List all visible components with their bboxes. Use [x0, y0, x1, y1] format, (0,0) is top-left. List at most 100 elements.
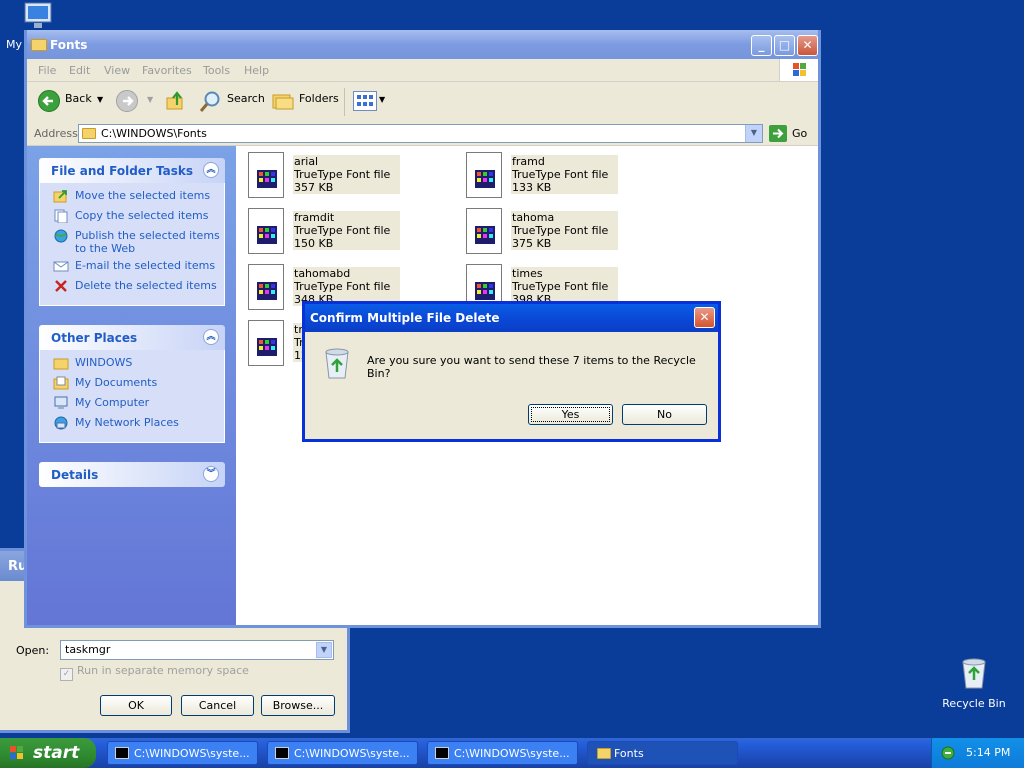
recycle-bin-desktop-icon[interactable]: Recycle Bin — [940, 656, 1008, 710]
chevron-down-icon[interactable]: ▼ — [316, 642, 332, 658]
file-size: 357 KB — [294, 181, 334, 194]
email-icon — [53, 261, 69, 272]
task-copy-label: Copy the selected items — [75, 209, 209, 222]
details-header[interactable]: Details ︾ — [39, 462, 225, 487]
windows-logo-icon — [779, 59, 818, 81]
command-prompt-icon — [275, 747, 289, 759]
other-places-panel: Other Places ︽ WINDOWS My Documents My C… — [39, 325, 225, 443]
taskbar-item-label: Fonts — [614, 747, 644, 760]
taskbar-item-cmd-2[interactable]: C:\WINDOWS\syste... — [267, 741, 418, 765]
monitor-icon — [24, 2, 52, 28]
file-item[interactable]: framdit TrueType Font file 150 KB — [248, 208, 408, 258]
chevron-down-icon[interactable]: ▼ — [745, 125, 762, 142]
task-delete-label: Delete the selected items — [75, 279, 217, 292]
menu-help[interactable]: Help — [244, 64, 269, 77]
taskbar: start C:\WINDOWS\syste... C:\WINDOWS\sys… — [0, 738, 1024, 768]
clock[interactable]: 5:14 PM — [966, 746, 1010, 759]
task-delete-items[interactable]: Delete the selected items — [40, 279, 224, 299]
toolbar: Back ▼ ▼ Search Folders ▼ — [27, 82, 818, 123]
search-button[interactable]: Search — [227, 92, 265, 105]
menu-file[interactable]: File — [38, 64, 56, 77]
taskbar-item-fonts[interactable]: Fonts — [587, 741, 738, 765]
back-button[interactable]: Back — [65, 92, 92, 105]
folders-button[interactable]: Folders — [299, 92, 339, 105]
task-pane: File and Folder Tasks ︽ Move the selecte… — [27, 146, 236, 625]
place-windows[interactable]: WINDOWS — [40, 356, 224, 376]
details-title: Details — [51, 468, 99, 482]
taskbar-item-cmd-3[interactable]: C:\WINDOWS\syste... — [427, 741, 578, 765]
task-publish-items[interactable]: Publish the selected items to the Web — [40, 229, 224, 259]
back-dropdown-icon[interactable]: ▼ — [97, 95, 103, 104]
run-browse-button[interactable]: Browse... — [261, 695, 335, 716]
confirm-dialog-titlebar[interactable]: Confirm Multiple File Delete ✕ — [305, 304, 718, 332]
other-places-header[interactable]: Other Places ︽ — [39, 325, 225, 350]
folders-icon[interactable] — [272, 92, 294, 110]
windows-flag-icon — [10, 746, 23, 759]
file-name: framdit — [294, 211, 335, 224]
file-type: TrueType Font file — [512, 280, 609, 293]
no-button[interactable]: No — [622, 404, 707, 425]
views-dropdown-icon[interactable]: ▼ — [379, 95, 385, 104]
menu-tools[interactable]: Tools — [203, 64, 230, 77]
place-network[interactable]: My Network Places — [40, 416, 224, 436]
file-type: TrueType Font file — [512, 168, 609, 181]
place-my-computer[interactable]: My Computer — [40, 396, 224, 416]
file-label: tahoma TrueType Font file 375 KB — [511, 211, 618, 250]
file-item[interactable]: framd TrueType Font file 133 KB — [466, 152, 626, 202]
move-icon — [53, 190, 67, 203]
forward-arrow-icon[interactable] — [116, 90, 138, 112]
views-icon[interactable] — [353, 91, 377, 111]
collapse-chevron-icon[interactable]: ︽ — [203, 329, 219, 345]
file-item[interactable]: arial TrueType Font file 357 KB — [248, 152, 408, 202]
file-folder-tasks-header[interactable]: File and Folder Tasks ︽ — [39, 158, 225, 183]
close-button[interactable]: ✕ — [694, 307, 715, 328]
computer-icon — [54, 396, 68, 409]
task-copy-items[interactable]: Copy the selected items — [40, 209, 224, 229]
file-type: TrueType Font file — [294, 168, 391, 181]
taskbar-item-label: C:\WINDOWS\syste... — [134, 747, 250, 760]
folder-icon — [31, 39, 47, 51]
run-open-input[interactable]: taskmgr ▼ — [60, 640, 334, 660]
run-separate-memory-label: Run in separate memory space — [77, 664, 249, 677]
place-my-documents[interactable]: My Documents — [40, 376, 224, 396]
explorer-titlebar[interactable]: Fonts _ □ ✕ — [27, 30, 818, 59]
recycle-bin-icon — [321, 346, 353, 380]
task-publish-label: Publish the selected items to the Web — [75, 229, 220, 255]
minimize-button[interactable]: _ — [751, 35, 772, 56]
task-move-items[interactable]: Move the selected items — [40, 189, 224, 209]
address-label: Address — [34, 127, 78, 140]
file-folder-tasks-list: Move the selected items Copy the selecte… — [39, 183, 225, 306]
run-open-label: Open: — [16, 644, 50, 657]
back-arrow-icon[interactable] — [38, 90, 60, 112]
place-network-label: My Network Places — [75, 416, 179, 429]
font-file-icon — [466, 152, 504, 200]
go-arrow-icon[interactable] — [769, 125, 787, 142]
taskbar-item-cmd-1[interactable]: C:\WINDOWS\syste... — [107, 741, 258, 765]
up-folder-icon[interactable] — [165, 90, 187, 112]
address-input[interactable]: C:\WINDOWS\Fonts ▼ — [78, 124, 763, 143]
run-ok-button[interactable]: OK — [100, 695, 172, 716]
yes-button[interactable]: Yes — [528, 404, 613, 425]
folder-icon — [82, 128, 96, 139]
file-item[interactable]: tahoma TrueType Font file 375 KB — [466, 208, 626, 258]
go-button[interactable]: Go — [792, 127, 807, 140]
file-label: framdit TrueType Font file 150 KB — [293, 211, 400, 250]
maximize-button[interactable]: □ — [774, 35, 795, 56]
expand-chevron-icon[interactable]: ︾ — [203, 466, 219, 482]
menu-view[interactable]: View — [104, 64, 130, 77]
file-type: TrueType Font file — [512, 224, 609, 237]
network-tray-icon[interactable] — [940, 745, 956, 761]
collapse-chevron-icon[interactable]: ︽ — [203, 162, 219, 178]
search-icon[interactable] — [199, 90, 223, 114]
task-email-items[interactable]: E-mail the selected items — [40, 259, 224, 279]
menu-favorites[interactable]: Favorites — [142, 64, 192, 77]
menu-edit[interactable]: Edit — [69, 64, 90, 77]
file-name: arial — [294, 155, 319, 168]
toolbar-divider — [344, 88, 345, 116]
run-separate-memory-checkbox[interactable]: ✓ Run in separate memory space — [60, 664, 249, 681]
recycle-bin-label: Recycle Bin — [942, 697, 1006, 710]
start-button[interactable]: start — [0, 738, 96, 768]
close-button[interactable]: ✕ — [797, 35, 818, 56]
run-cancel-button[interactable]: Cancel — [181, 695, 254, 716]
details-panel: Details ︾ — [39, 462, 225, 487]
